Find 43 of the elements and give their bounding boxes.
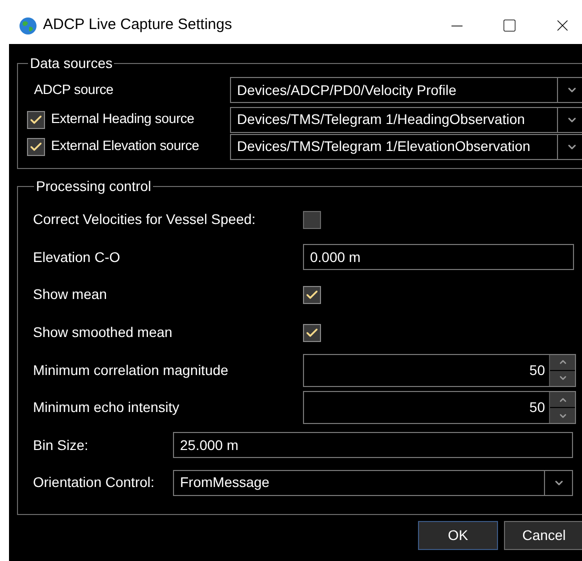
checkbox[interactable]: [303, 286, 321, 304]
globe-icon: [19, 16, 37, 34]
dropdown-value: FromMessage: [179, 473, 270, 492]
dropdown-value: Devices/ADCP/PD0/Velocity Profile: [236, 80, 458, 100]
number-spinner[interactable]: 50: [303, 391, 576, 424]
dropdown[interactable]: Devices/TMS/Telegram 1/ElevationObservation: [230, 134, 582, 160]
field-label: ADCP source: [33, 80, 114, 99]
spin-up-button[interactable]: [550, 392, 575, 408]
checkbox[interactable]: [27, 138, 45, 156]
window-title: ADCP Live Capture Settings: [43, 15, 232, 36]
dropdown[interactable]: FromMessage: [173, 470, 573, 496]
field-label: Orientation Control:: [33, 473, 156, 492]
field-label: External Heading source: [51, 110, 194, 128]
field-label: Minimum echo intensity: [33, 398, 180, 418]
dropdown-value: Devices/TMS/Telegram 1/HeadingObservation: [236, 110, 526, 129]
check-icon: [29, 112, 43, 126]
field-label: Show smoothed mean: [33, 323, 174, 342]
input-field[interactable]: 25.000 m: [173, 432, 573, 458]
field-label: Correct Velocities for Vessel Speed:: [33, 210, 257, 230]
input-field[interactable]: 0.000 m: [303, 244, 574, 270]
field-label: Show mean: [33, 285, 108, 304]
group-title: Data sources: [29, 54, 114, 73]
field-label: External Elevation source: [51, 137, 200, 156]
field-label: Bin Size:: [33, 436, 90, 455]
spin-down-button[interactable]: [550, 370, 575, 386]
check-icon: [305, 326, 319, 340]
dropdown[interactable]: Devices/ADCP/PD0/Velocity Profile: [230, 77, 582, 103]
dropdown-value: Devices/TMS/Telegram 1/ElevationObservation: [236, 137, 532, 156]
spin-down-button[interactable]: [550, 408, 575, 424]
spin-up-button[interactable]: [550, 354, 575, 370]
check-icon: [29, 140, 43, 154]
dialog-button[interactable]: OK: [418, 520, 498, 550]
checkbox[interactable]: [303, 210, 321, 229]
checkbox[interactable]: [27, 110, 45, 128]
field-label: Minimum correlation magnitude: [33, 360, 230, 380]
number-spinner[interactable]: 50: [303, 354, 576, 387]
dialog-button[interactable]: Cancel: [504, 520, 582, 550]
field-label: Elevation C-O: [33, 248, 122, 267]
dropdown[interactable]: Devices/TMS/Telegram 1/HeadingObservation: [230, 106, 582, 132]
check-icon: [305, 288, 319, 302]
group-title: Processing control: [35, 177, 152, 196]
maximize-icon[interactable]: [502, 18, 517, 33]
checkbox[interactable]: [303, 324, 321, 342]
